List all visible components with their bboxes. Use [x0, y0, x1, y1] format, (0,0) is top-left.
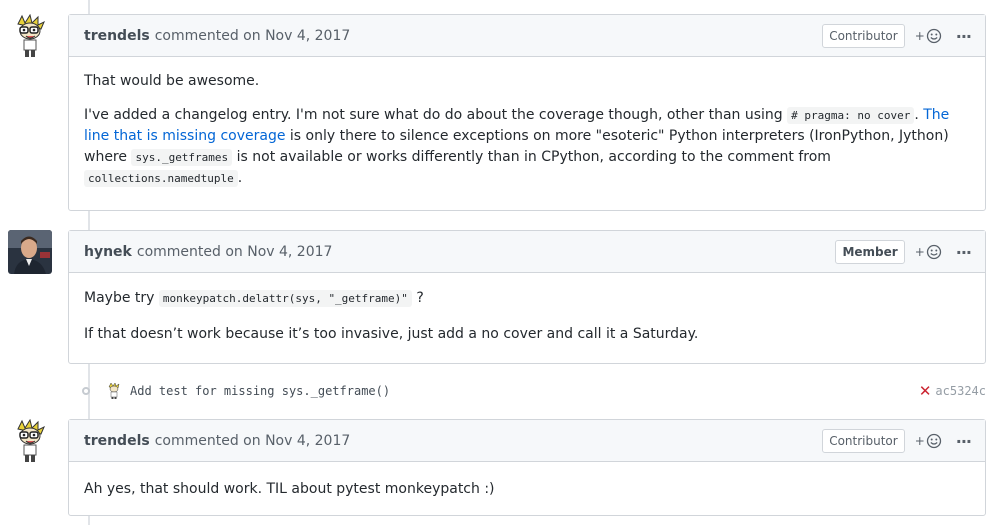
avatar[interactable] — [8, 230, 52, 274]
plus-label: + — [914, 29, 925, 43]
comment-body: That would be awesome. I've added a chan… — [69, 57, 985, 199]
comment: hynek commented on Nov 4, 2017 Member + … — [68, 230, 986, 364]
comment-paragraph: That would be awesome. — [84, 73, 260, 89]
smiley-icon — [926, 28, 941, 44]
comment: trendels commented on Nov 4, 2017 Contri… — [68, 14, 986, 211]
text-span: ? — [411, 290, 424, 306]
comment-header: trendels commented on Nov 4, 2017 Contri… — [69, 420, 985, 462]
comment-header: trendels commented on Nov 4, 2017 Contri… — [69, 15, 985, 57]
role-badge: Contributor — [822, 24, 905, 48]
text-span: . — [914, 107, 924, 123]
avatar[interactable] — [8, 14, 52, 58]
comment-body: Maybe try monkeypatch.delattr(sys, "_get… — [69, 273, 985, 355]
text-span: Maybe try — [84, 290, 159, 306]
add-reaction-button[interactable]: + — [915, 28, 942, 44]
smiley-icon — [926, 244, 941, 260]
inline-code: sys._getframes — [131, 149, 233, 166]
comment-header: hynek commented on Nov 4, 2017 Member + … — [69, 231, 985, 273]
text-span: is not available or works differently th… — [232, 149, 831, 165]
inline-code: collections.namedtuple — [84, 170, 238, 187]
timeline-line — [88, 0, 90, 14]
comment: trendels commented on Nov 4, 2017 Contri… — [68, 419, 986, 516]
commit-author-avatar[interactable] — [106, 383, 122, 399]
more-options-icon[interactable]: ··· — [952, 432, 975, 451]
comment-timestamp[interactable]: commented on Nov 4, 2017 — [137, 244, 333, 260]
plus-label: + — [914, 434, 925, 448]
comment-author[interactable]: trendels — [84, 433, 150, 449]
more-options-icon[interactable]: ··· — [952, 27, 975, 46]
avatar[interactable] — [8, 419, 52, 463]
commit-sha-link[interactable]: ac5324c — [935, 384, 986, 398]
role-badge: Member — [835, 240, 905, 264]
add-reaction-button[interactable]: + — [915, 433, 942, 449]
comment-body: Ah yes, that should work. TIL about pyte… — [69, 462, 985, 510]
add-reaction-button[interactable]: + — [915, 244, 942, 260]
comment-paragraph: If that doesn’t work because it’s too in… — [84, 326, 699, 342]
comment-timestamp[interactable]: commented on Nov 4, 2017 — [155, 433, 351, 449]
text-span: . — [237, 170, 243, 186]
more-options-icon[interactable]: ··· — [952, 243, 975, 262]
role-badge: Contributor — [822, 429, 905, 453]
timeline-line — [88, 516, 90, 525]
comment-author[interactable]: trendels — [84, 28, 150, 44]
comment-paragraph: I've added a changelog entry. I'm not su… — [84, 105, 970, 189]
x-icon[interactable]: ✕ — [919, 382, 932, 400]
commit-message-link[interactable]: Add test for missing sys._getframe() — [130, 384, 390, 398]
plus-label: + — [914, 245, 925, 259]
inline-code: monkeypatch.delattr(sys, "_getframe)" — [158, 290, 412, 307]
text-span: I've added a changelog entry. I'm not su… — [84, 107, 788, 123]
comment-author[interactable]: hynek — [84, 244, 132, 260]
inline-code: # pragma: no cover — [787, 107, 915, 124]
timeline-line — [88, 211, 90, 230]
commit-node-icon — [82, 387, 90, 395]
comment-timestamp[interactable]: commented on Nov 4, 2017 — [155, 28, 351, 44]
comment-paragraph: Ah yes, that should work. TIL about pyte… — [84, 481, 495, 497]
commit-event: Add test for missing sys._getframe() ✕ a… — [80, 380, 986, 402]
comment-paragraph: Maybe try monkeypatch.delattr(sys, "_get… — [84, 288, 970, 309]
smiley-icon — [926, 433, 941, 449]
